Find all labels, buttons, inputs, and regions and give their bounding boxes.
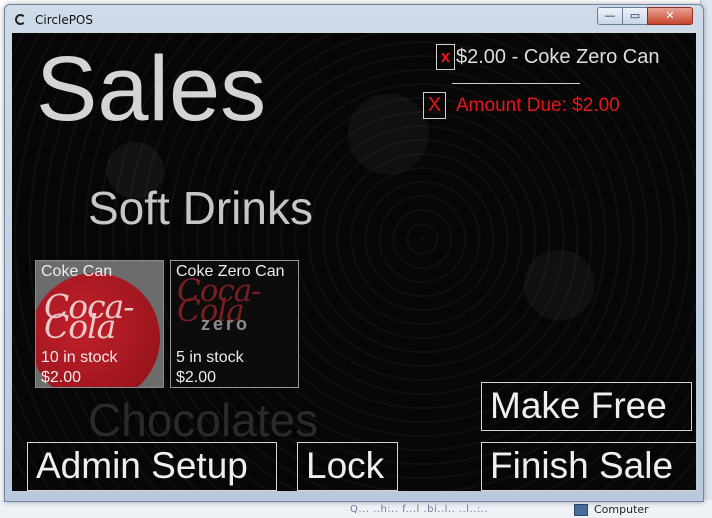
computer-label: Computer <box>594 503 649 516</box>
coke-logo-text: Coca-Cola <box>44 287 134 346</box>
next-category-label[interactable]: Chocolates <box>88 393 318 447</box>
desktop-background-bottom: Q... ..h:.. f...l .bi..l.. ..l..:.. Comp… <box>0 500 712 518</box>
window-title: CirclePOS <box>35 13 93 27</box>
pos-screen: Sales Soft Drinks Chocolates x $2.00 - C… <box>12 33 696 491</box>
product-tile-coke-can[interactable]: Coca-Cola Coke Can 10 in stock $2.00 <box>35 260 164 388</box>
minimize-button[interactable]: — <box>597 7 623 25</box>
admin-setup-button[interactable]: Admin Setup <box>27 442 277 491</box>
order-item-line: $2.00 - Coke Zero Can <box>456 46 660 68</box>
product-stock: 5 in stock <box>176 349 244 366</box>
title-bar[interactable]: CirclePOS — ▭ ✕ <box>5 5 703 33</box>
zero-logo-text: zero <box>201 314 251 334</box>
desktop-computer-item[interactable]: Computer <box>574 503 649 516</box>
product-name: Coke Zero Can <box>176 263 285 280</box>
category-title: Soft Drinks <box>88 182 313 234</box>
app-window: CirclePOS — ▭ ✕ Sales Soft Drinks Chocol… <box>4 4 704 502</box>
close-button[interactable]: ✕ <box>647 7 693 25</box>
product-price: $2.00 <box>176 369 217 386</box>
clear-order-button[interactable]: X <box>423 92 446 119</box>
amount-due: Amount Due: $2.00 <box>456 95 620 116</box>
finish-sale-button[interactable]: Finish Sale <box>481 442 696 491</box>
product-stock: 10 in stock <box>41 349 118 366</box>
lock-button[interactable]: Lock <box>297 442 398 491</box>
desktop-faded-text: Q... ..h:.. f...l .bi..l.. ..l..:.. <box>350 504 489 515</box>
remove-item-button[interactable]: x <box>436 44 455 70</box>
order-divider <box>452 83 580 84</box>
make-free-button[interactable]: Make Free <box>481 382 692 431</box>
product-tile-coke-zero-can[interactable]: Coca-Cola zero Coke Zero Can 5 in stock … <box>170 260 299 388</box>
maximize-button[interactable]: ▭ <box>622 7 648 25</box>
page-title: Sales <box>36 38 267 140</box>
computer-icon <box>574 504 588 516</box>
circlepos-logo-icon <box>15 14 26 25</box>
product-name: Coke Can <box>41 263 113 280</box>
product-price: $2.00 <box>41 369 82 386</box>
